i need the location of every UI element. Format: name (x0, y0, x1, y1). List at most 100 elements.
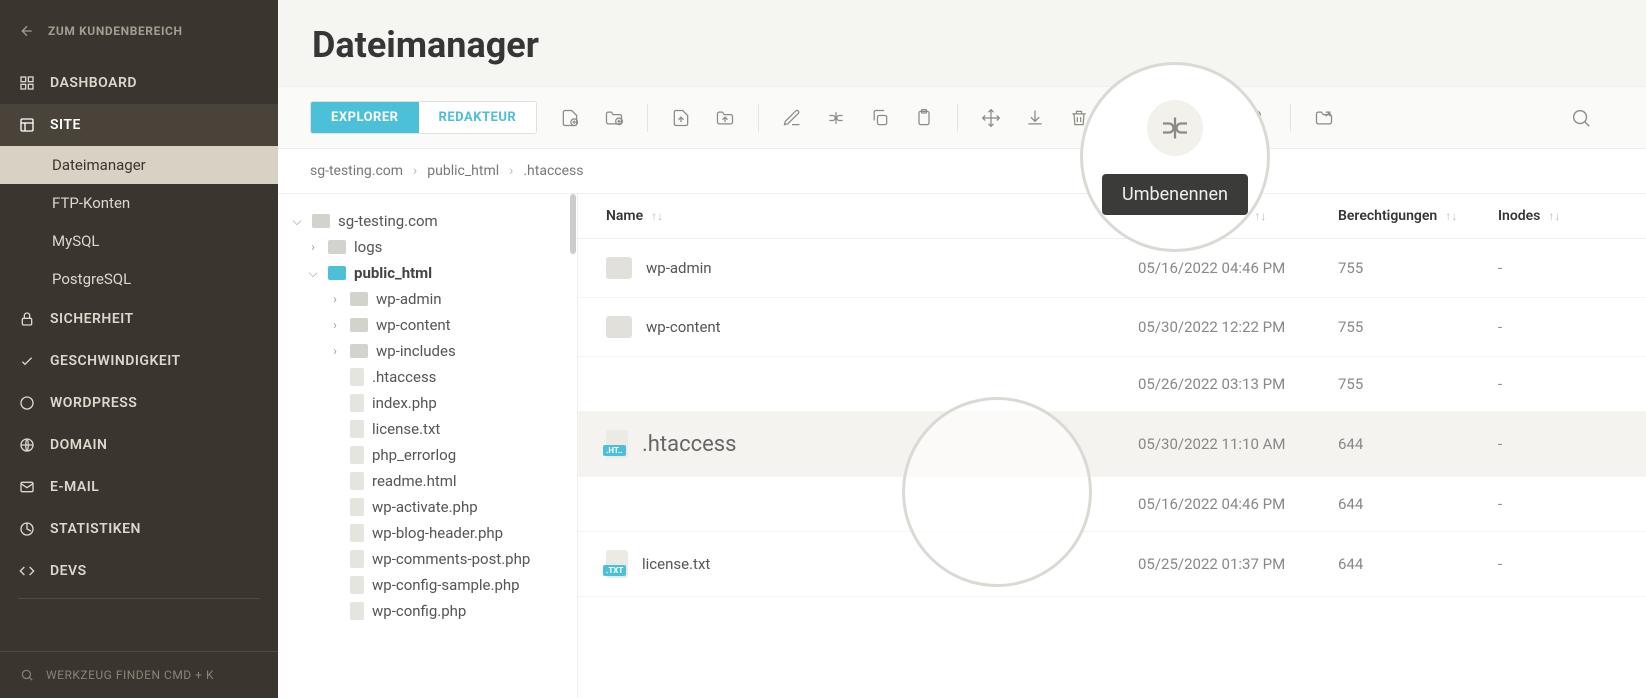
nav-sub-postgresql[interactable]: PostgreSQL (0, 260, 278, 298)
nav-sub-filemanager[interactable]: Dateimanager (0, 146, 278, 184)
cell-inodes: - (1498, 435, 1618, 453)
col-date-header[interactable]: Änderungsdatum (1138, 208, 1246, 224)
cell-inodes: - (1498, 495, 1618, 513)
scrollbar[interactable] (570, 194, 576, 254)
folder-upload-icon[interactable] (714, 107, 736, 129)
editor-tab[interactable]: REDAKTEUR (419, 102, 537, 133)
sort-icon[interactable]: ↑↓ (1548, 209, 1560, 223)
delete-icon[interactable] (1068, 107, 1090, 129)
copy-icon[interactable] (869, 107, 891, 129)
tree-node[interactable]: license.txt (284, 416, 571, 442)
sidebar-divider (18, 598, 260, 599)
download-icon[interactable] (1024, 107, 1046, 129)
col-name-header[interactable]: Name (606, 208, 643, 224)
file-icon (350, 368, 364, 386)
extract-icon[interactable] (1179, 107, 1201, 129)
chevron-icon[interactable]: › (306, 240, 320, 254)
tree-label: wp-admin (376, 290, 442, 308)
file-icon: .TXT (606, 550, 628, 578)
nav-sub-mysql[interactable]: MySQL (0, 222, 278, 260)
permissions-icon[interactable] (1246, 107, 1268, 129)
chevron-icon[interactable]: ⌵ (306, 266, 320, 281)
tree-node[interactable]: ›logs (284, 234, 571, 260)
sort-icon[interactable]: ↑↓ (1445, 209, 1457, 223)
tree-root[interactable]: ⌵ sg-testing.com (284, 208, 571, 234)
new-folder-icon[interactable] (603, 107, 625, 129)
grid-icon (18, 74, 36, 92)
tree-node[interactable]: ⌵public_html (284, 260, 571, 286)
tree-node[interactable]: wp-config-sample.php (284, 572, 571, 598)
file-icon (350, 498, 364, 516)
table-row[interactable]: 05/16/2022 04:46 PM644- (578, 477, 1646, 532)
nav-email[interactable]: E-MAIL (0, 466, 278, 508)
back-to-client-area[interactable]: ZUM KUNDENBEREICH (0, 0, 278, 62)
table-row[interactable]: .HT...htaccess05/30/2022 11:10 AM644- (578, 412, 1646, 477)
tree-node[interactable]: index.php (284, 390, 571, 416)
breadcrumb-item[interactable]: .htaccess (523, 163, 583, 179)
tree-node[interactable]: readme.html (284, 468, 571, 494)
main-content: Dateimanager EXPLORER REDAKTEUR (278, 0, 1646, 698)
nav-wordpress[interactable]: WORDPRESS (0, 382, 278, 424)
table-row[interactable]: wp-admin05/16/2022 04:46 PM755- (578, 239, 1646, 298)
nav-domain[interactable]: DOMAIN (0, 424, 278, 466)
cell-name: .TXTlicense.txt (606, 550, 1138, 578)
cell-inodes: - (1498, 259, 1618, 277)
nav-devs[interactable]: DEVS (0, 550, 278, 592)
nav-sub-ftp[interactable]: FTP-Konten (0, 184, 278, 222)
tree-node[interactable]: ›wp-includes (284, 338, 571, 364)
tree-node[interactable]: wp-config.php (284, 598, 571, 624)
tree-node[interactable]: › wp-admin (284, 286, 571, 312)
tree-node[interactable]: wp-comments-post.php (284, 546, 571, 572)
tree-node[interactable]: ›wp-content (284, 312, 571, 338)
breadcrumb-item[interactable]: sg-testing.com (310, 163, 403, 179)
tree-label: license.txt (372, 420, 440, 438)
file-icon (350, 602, 364, 620)
table-row[interactable]: wp-content05/30/2022 12:22 PM755- (578, 298, 1646, 357)
toolbar: EXPLORER REDAKTEUR (278, 87, 1646, 149)
move-icon[interactable] (980, 107, 1002, 129)
rename-icon[interactable] (825, 107, 847, 129)
file-icon (350, 576, 364, 594)
folder-icon (312, 214, 330, 228)
folder-icon (350, 344, 368, 358)
cell-inodes: - (1498, 318, 1618, 336)
command-palette-hint[interactable]: WERKZEUG FINDEN CMD + K (0, 651, 278, 698)
table-row[interactable]: 05/26/2022 03:13 PM755- (578, 357, 1646, 412)
breadcrumb-item[interactable]: public_html (427, 163, 499, 179)
file-upload-icon[interactable] (670, 107, 692, 129)
edit-icon[interactable] (781, 107, 803, 129)
file-table: Name ↑↓ Änderungsdatum ↑↓ Berechtigungen ↑↓… (578, 194, 1646, 698)
col-perm-header[interactable]: Berechtigungen (1338, 208, 1437, 224)
new-file-icon[interactable] (559, 107, 581, 129)
cell-perm: 755 (1338, 259, 1498, 277)
open-in-new-icon[interactable] (1313, 107, 1335, 129)
nav-statistics[interactable]: STATISTIKEN (0, 508, 278, 550)
table-row[interactable]: .TXTlicense.txt05/25/2022 01:37 PM644- (578, 532, 1646, 597)
nav-dashboard[interactable]: DASHBOARD (0, 62, 278, 104)
tree-node[interactable]: wp-blog-header.php (284, 520, 571, 546)
tree-node[interactable]: wp-activate.php (284, 494, 571, 520)
sort-icon[interactable]: ↑↓ (651, 209, 663, 223)
explorer-tab[interactable]: EXPLORER (311, 102, 419, 133)
archive-icon[interactable] (1135, 107, 1157, 129)
cell-name: wp-admin (606, 257, 1138, 279)
search-toolbar-icon[interactable] (1570, 107, 1592, 129)
nav-speed[interactable]: GESCHWINDIGKEIT (0, 340, 278, 382)
chevron-down-icon[interactable]: ⌵ (290, 214, 304, 229)
folder-icon (606, 257, 632, 279)
chevron-icon[interactable]: › (328, 292, 342, 306)
col-inodes-header[interactable]: Inodes (1498, 208, 1540, 224)
nav-site[interactable]: SITE (0, 104, 278, 146)
nav-security[interactable]: SICHERHEIT (0, 298, 278, 340)
chevron-icon[interactable]: › (328, 344, 342, 358)
tree-label: wp-config-sample.php (372, 576, 520, 594)
tree-node[interactable]: php_errorlog (284, 442, 571, 468)
clipboard-icon[interactable] (913, 107, 935, 129)
tree-label: wp-activate.php (372, 498, 478, 516)
back-label: ZUM KUNDENBEREICH (48, 24, 183, 38)
cell-date: 05/26/2022 03:13 PM (1138, 375, 1338, 393)
sort-icon[interactable]: ↑↓ (1254, 209, 1266, 223)
tree-node[interactable]: .htaccess (284, 364, 571, 390)
table-header: Name ↑↓ Änderungsdatum ↑↓ Berechtigungen ↑↓… (578, 194, 1646, 239)
chevron-icon[interactable]: › (328, 318, 342, 332)
